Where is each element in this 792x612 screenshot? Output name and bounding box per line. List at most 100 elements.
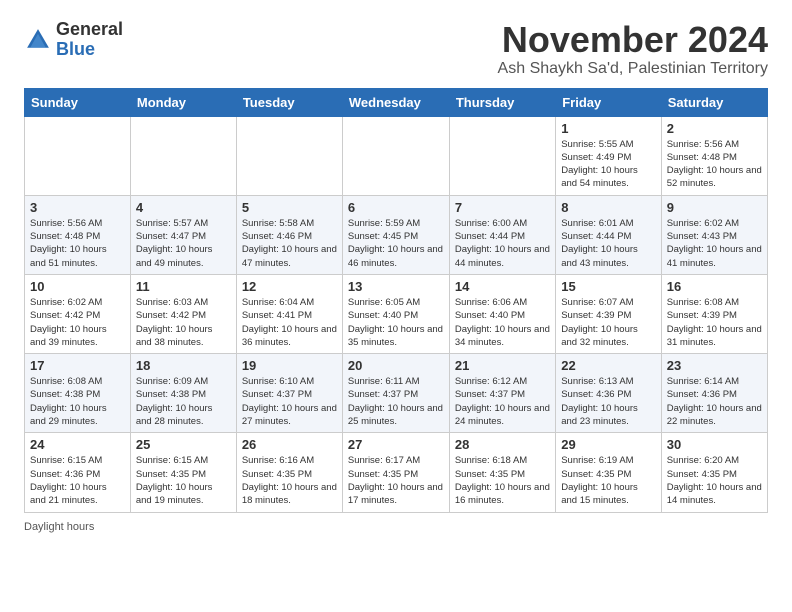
calendar-cell: 16 Sunrise: 6:08 AM Sunset: 4:39 PM Dayli… — [661, 274, 767, 353]
calendar-week-row: 17 Sunrise: 6:08 AM Sunset: 4:38 PM Dayli… — [25, 354, 768, 433]
day-info: Sunrise: 6:18 AM Sunset: 4:35 PM Dayligh… — [455, 454, 550, 507]
weekday-header: Thursday — [449, 88, 555, 116]
calendar-week-row: 10 Sunrise: 6:02 AM Sunset: 4:42 PM Dayli… — [25, 274, 768, 353]
day-info: Sunrise: 6:14 AM Sunset: 4:36 PM Dayligh… — [667, 375, 762, 428]
calendar-cell: 23 Sunrise: 6:14 AM Sunset: 4:36 PM Dayli… — [661, 354, 767, 433]
logo-text: General Blue — [56, 20, 123, 60]
calendar-week-row: 1 Sunrise: 5:55 AM Sunset: 4:49 PM Daylig… — [25, 116, 768, 195]
day-info: Sunrise: 6:08 AM Sunset: 4:38 PM Dayligh… — [30, 375, 125, 428]
daylight-label: Daylight hours — [24, 521, 94, 533]
day-number: 13 — [348, 279, 444, 294]
day-info: Sunrise: 6:10 AM Sunset: 4:37 PM Dayligh… — [242, 375, 337, 428]
day-number: 24 — [30, 437, 125, 452]
page-container: General Blue November 2024 Ash Shaykh Sa… — [24, 20, 768, 533]
day-number: 7 — [455, 200, 550, 215]
day-number: 5 — [242, 200, 337, 215]
day-info: Sunrise: 6:17 AM Sunset: 4:35 PM Dayligh… — [348, 454, 444, 507]
day-number: 23 — [667, 358, 762, 373]
calendar-cell: 6Sunrise: 5:59 AM Sunset: 4:45 PM Daylig… — [342, 195, 449, 274]
calendar-cell: 19 Sunrise: 6:10 AM Sunset: 4:37 PM Dayli… — [236, 354, 342, 433]
calendar-cell — [342, 116, 449, 195]
day-number: 16 — [667, 279, 762, 294]
day-info: Sunrise: 5:59 AM Sunset: 4:45 PM Dayligh… — [348, 217, 444, 270]
weekday-header: Saturday — [661, 88, 767, 116]
day-number: 18 — [136, 358, 231, 373]
day-number: 11 — [136, 279, 231, 294]
day-info: Sunrise: 6:02 AM Sunset: 4:42 PM Dayligh… — [30, 296, 125, 349]
weekday-header: Wednesday — [342, 88, 449, 116]
day-info: Sunrise: 6:08 AM Sunset: 4:39 PM Dayligh… — [667, 296, 762, 349]
calendar-cell — [236, 116, 342, 195]
day-info: Sunrise: 6:13 AM Sunset: 4:36 PM Dayligh… — [561, 375, 656, 428]
day-number: 4 — [136, 200, 231, 215]
calendar-cell: 30 Sunrise: 6:20 AM Sunset: 4:35 PM Dayli… — [661, 433, 767, 512]
logo-icon — [24, 26, 52, 54]
day-number: 19 — [242, 358, 337, 373]
day-number: 17 — [30, 358, 125, 373]
subtitle: Ash Shaykh Sa'd, Palestinian Territory — [498, 60, 768, 78]
calendar-cell — [449, 116, 555, 195]
calendar-cell: 22 Sunrise: 6:13 AM Sunset: 4:36 PM Dayli… — [556, 354, 662, 433]
calendar-cell: 21 Sunrise: 6:12 AM Sunset: 4:37 PM Dayli… — [449, 354, 555, 433]
day-info: Sunrise: 6:16 AM Sunset: 4:35 PM Dayligh… — [242, 454, 337, 507]
calendar-cell: 24Sunrise: 6:15 AM Sunset: 4:36 PM Dayli… — [25, 433, 131, 512]
day-number: 21 — [455, 358, 550, 373]
calendar-cell: 8 Sunrise: 6:01 AM Sunset: 4:44 PM Daylig… — [556, 195, 662, 274]
calendar-cell: 15Sunrise: 6:07 AM Sunset: 4:39 PM Dayli… — [556, 274, 662, 353]
logo-general: General — [56, 20, 123, 40]
calendar-cell: 26Sunrise: 6:16 AM Sunset: 4:35 PM Dayli… — [236, 433, 342, 512]
day-info: Sunrise: 5:56 AM Sunset: 4:48 PM Dayligh… — [667, 138, 762, 191]
calendar-cell: 25 Sunrise: 6:15 AM Sunset: 4:35 PM Dayli… — [130, 433, 236, 512]
day-info: Sunrise: 6:20 AM Sunset: 4:35 PM Dayligh… — [667, 454, 762, 507]
calendar-cell: 5 Sunrise: 5:58 AM Sunset: 4:46 PM Daylig… — [236, 195, 342, 274]
day-number: 30 — [667, 437, 762, 452]
calendar-cell: 10 Sunrise: 6:02 AM Sunset: 4:42 PM Dayli… — [25, 274, 131, 353]
day-info: Sunrise: 6:11 AM Sunset: 4:37 PM Dayligh… — [348, 375, 444, 428]
day-info: Sunrise: 5:58 AM Sunset: 4:46 PM Dayligh… — [242, 217, 337, 270]
day-number: 20 — [348, 358, 444, 373]
calendar-cell: 1 Sunrise: 5:55 AM Sunset: 4:49 PM Daylig… — [556, 116, 662, 195]
day-number: 25 — [136, 437, 231, 452]
day-info: Sunrise: 6:05 AM Sunset: 4:40 PM Dayligh… — [348, 296, 444, 349]
day-number: 2 — [667, 121, 762, 136]
weekday-header: Monday — [130, 88, 236, 116]
calendar-cell: 27 Sunrise: 6:17 AM Sunset: 4:35 PM Dayli… — [342, 433, 449, 512]
day-number: 3 — [30, 200, 125, 215]
day-number: 29 — [561, 437, 656, 452]
calendar-cell: 4 Sunrise: 5:57 AM Sunset: 4:47 PM Daylig… — [130, 195, 236, 274]
calendar-table: SundayMondayTuesdayWednesdayThursdayFrid… — [24, 88, 768, 513]
calendar-cell: 17 Sunrise: 6:08 AM Sunset: 4:38 PM Dayli… — [25, 354, 131, 433]
calendar-cell — [25, 116, 131, 195]
calendar-cell: 3Sunrise: 5:56 AM Sunset: 4:48 PM Daylig… — [25, 195, 131, 274]
logo: General Blue — [24, 20, 123, 60]
day-number: 27 — [348, 437, 444, 452]
calendar-cell: 7Sunrise: 6:00 AM Sunset: 4:44 PM Daylig… — [449, 195, 555, 274]
calendar-cell: 14 Sunrise: 6:06 AM Sunset: 4:40 PM Dayli… — [449, 274, 555, 353]
calendar-cell: 9Sunrise: 6:02 AM Sunset: 4:43 PM Daylig… — [661, 195, 767, 274]
day-info: Sunrise: 6:04 AM Sunset: 4:41 PM Dayligh… — [242, 296, 337, 349]
day-number: 14 — [455, 279, 550, 294]
day-info: Sunrise: 5:57 AM Sunset: 4:47 PM Dayligh… — [136, 217, 231, 270]
calendar-cell: 11 Sunrise: 6:03 AM Sunset: 4:42 PM Dayli… — [130, 274, 236, 353]
day-info: Sunrise: 6:07 AM Sunset: 4:39 PM Dayligh… — [561, 296, 656, 349]
day-info: Sunrise: 6:15 AM Sunset: 4:35 PM Dayligh… — [136, 454, 231, 507]
main-title: November 2024 — [498, 20, 768, 60]
calendar-cell: 28Sunrise: 6:18 AM Sunset: 4:35 PM Dayli… — [449, 433, 555, 512]
calendar-week-row: 3Sunrise: 5:56 AM Sunset: 4:48 PM Daylig… — [25, 195, 768, 274]
weekday-header-row: SundayMondayTuesdayWednesdayThursdayFrid… — [25, 88, 768, 116]
day-number: 10 — [30, 279, 125, 294]
day-info: Sunrise: 5:55 AM Sunset: 4:49 PM Dayligh… — [561, 138, 656, 191]
day-number: 8 — [561, 200, 656, 215]
day-number: 1 — [561, 121, 656, 136]
calendar-cell: 12 Sunrise: 6:04 AM Sunset: 4:41 PM Dayli… — [236, 274, 342, 353]
day-info: Sunrise: 6:12 AM Sunset: 4:37 PM Dayligh… — [455, 375, 550, 428]
calendar-week-row: 24Sunrise: 6:15 AM Sunset: 4:36 PM Dayli… — [25, 433, 768, 512]
calendar-cell: 2 Sunrise: 5:56 AM Sunset: 4:48 PM Daylig… — [661, 116, 767, 195]
day-number: 22 — [561, 358, 656, 373]
day-info: Sunrise: 6:06 AM Sunset: 4:40 PM Dayligh… — [455, 296, 550, 349]
day-number: 12 — [242, 279, 337, 294]
logo-blue: Blue — [56, 40, 123, 60]
day-info: Sunrise: 6:03 AM Sunset: 4:42 PM Dayligh… — [136, 296, 231, 349]
calendar-cell: 20 Sunrise: 6:11 AM Sunset: 4:37 PM Dayli… — [342, 354, 449, 433]
day-info: Sunrise: 6:01 AM Sunset: 4:44 PM Dayligh… — [561, 217, 656, 270]
